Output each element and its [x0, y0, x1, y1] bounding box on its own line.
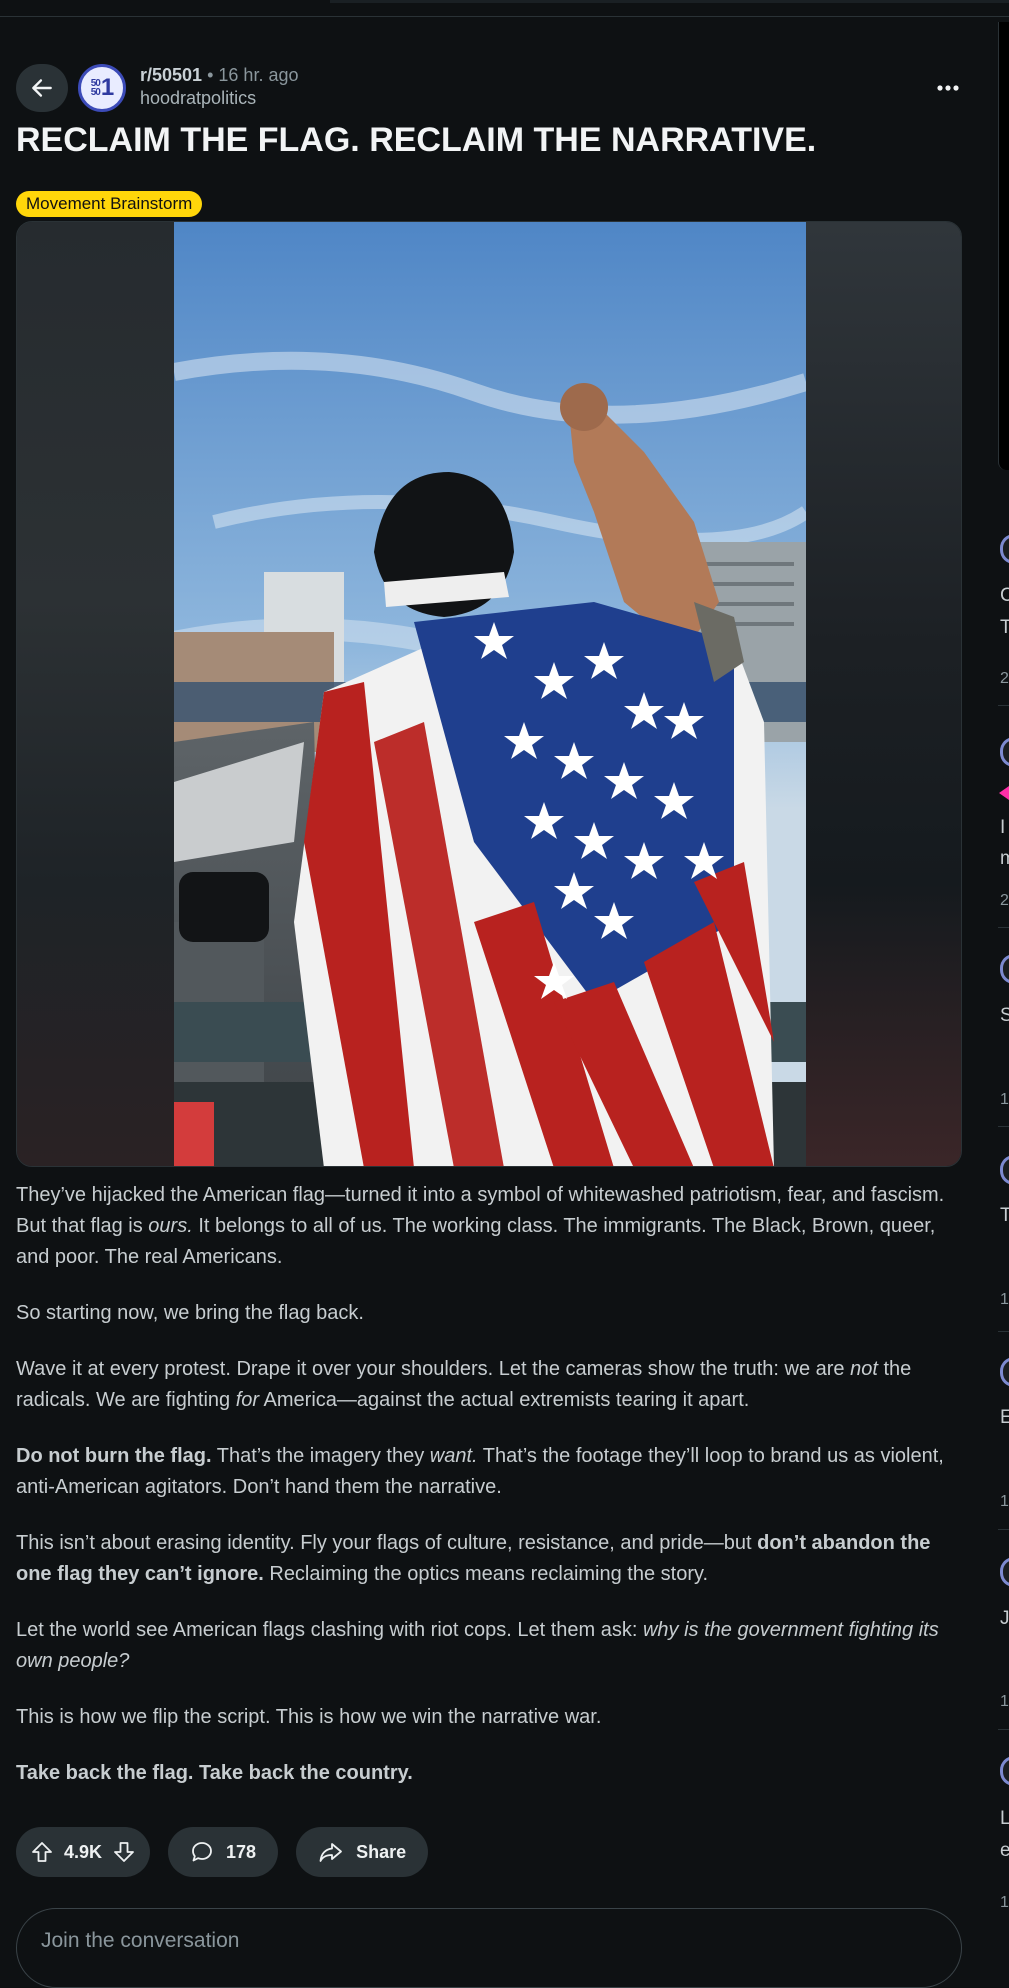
rail-avatar[interactable]	[1000, 1155, 1009, 1185]
avatar-stack: 50 50	[90, 79, 101, 98]
vote-control: 4.9K	[16, 1827, 151, 1877]
comments-button[interactable]: 178	[168, 1827, 279, 1877]
image-blur-right	[803, 222, 961, 1166]
rail-text: T	[1000, 1205, 1009, 1226]
rail-text: 1	[1000, 1291, 1009, 1308]
body-text-italic: ours.	[148, 1215, 193, 1237]
post-title: RECLAIM THE FLAG. RECLAIM THE NARRATIVE.	[16, 121, 817, 159]
more-dots-icon	[937, 85, 959, 91]
rail-divider	[998, 1529, 1009, 1530]
comment-bubble-icon	[192, 1842, 212, 1862]
vote-count: 4.9K	[64, 1841, 103, 1862]
rail-text: m	[1000, 848, 1009, 869]
body-text: So starting now, we bring the flag back.	[16, 1302, 364, 1324]
subreddit-avatar[interactable]: 50 50 1	[78, 64, 126, 112]
rail-avatar[interactable]	[1000, 737, 1009, 767]
join-conversation-input[interactable]: Join the conversation	[16, 1908, 962, 1988]
rail-divider	[998, 705, 1009, 706]
share-arrow-icon	[319, 1843, 342, 1862]
rail-divider	[998, 1729, 1009, 1730]
upvote-button[interactable]	[30, 1840, 54, 1864]
body-text-bold: Do not burn the flag.	[16, 1445, 212, 1467]
rail-text: C	[1000, 585, 1009, 606]
body-text: Reclaiming the optics means reclaiming t…	[263, 1563, 709, 1585]
body-text-italic: not	[850, 1358, 878, 1380]
body-text: Wave it at every protest. Drape it over …	[16, 1358, 851, 1380]
avatar-text-big: 1	[100, 74, 114, 101]
share-label: Share	[356, 1841, 407, 1862]
top-bar	[0, 0, 1009, 17]
rail-text: L	[1000, 1808, 1009, 1829]
rail-avatar[interactable]	[1000, 534, 1009, 564]
protester-flag-photo	[174, 222, 806, 1166]
body-text: This is how we flip the script. This is …	[16, 1706, 602, 1728]
body-text: This isn’t about erasing identity. Fly y…	[16, 1532, 758, 1554]
rail-card	[998, 22, 1009, 470]
paragraph: This is how we flip the script. This is …	[16, 1702, 966, 1733]
body-text-italic: for	[235, 1389, 260, 1411]
upvote-arrow-icon	[32, 1842, 52, 1862]
downvote-button[interactable]	[112, 1840, 136, 1864]
rail-text: E	[1000, 1407, 1009, 1428]
body-text: America—against the actual extremists te…	[259, 1389, 750, 1411]
rail-avatar[interactable]	[1000, 1557, 1009, 1587]
rail-text: 2	[1000, 892, 1009, 909]
rail-divider	[998, 1331, 1009, 1332]
post-meta: r/50501 • 16 hr. ago hoodratpolitics	[140, 64, 298, 110]
rail-text: 1	[1000, 1091, 1009, 1108]
body-text-bold: Take back the flag. Take back the countr…	[16, 1762, 413, 1784]
post-time: 16 hr. ago	[218, 65, 299, 85]
paragraph: This isn’t about erasing identity. Fly y…	[16, 1528, 966, 1590]
subreddit-link[interactable]: r/50501	[140, 65, 202, 85]
author-link[interactable]: hoodratpolitics	[140, 86, 298, 110]
rail-text: 2	[1000, 670, 1009, 687]
side-rail: C T 2 I m 2 S 1 T 1 E 1 J 1 L e 1	[998, 0, 1009, 1949]
downvote-arrow-icon	[114, 1842, 134, 1862]
rail-text: S	[1000, 1005, 1009, 1026]
post-actions: 4.9K 178 Share	[16, 1827, 429, 1877]
paragraph: Let the world see American flags clashin…	[16, 1615, 966, 1677]
rail-divider	[998, 927, 1009, 928]
back-button[interactable]	[16, 64, 68, 112]
back-arrow-icon	[32, 79, 52, 97]
body-text: Let the world see American flags clashin…	[16, 1619, 643, 1641]
image-blur-left	[17, 222, 175, 1166]
paragraph: Wave it at every protest. Drape it over …	[16, 1354, 966, 1416]
rail-text: 1	[1000, 1493, 1009, 1510]
rail-avatar[interactable]	[1000, 1756, 1009, 1786]
rail-text: 1	[1000, 1894, 1009, 1911]
rail-text: I	[1000, 817, 1006, 838]
paragraph: They’ve hijacked the American flag—turne…	[16, 1180, 966, 1273]
rail-avatar[interactable]	[1000, 1357, 1009, 1387]
rail-avatar[interactable]	[1000, 954, 1009, 984]
meta-separator: •	[207, 65, 214, 85]
more-options-button[interactable]	[930, 76, 966, 100]
rail-text: 1	[1000, 1693, 1009, 1710]
top-tab-hint	[330, 0, 1009, 3]
post-body: They’ve hijacked the American flag—turne…	[16, 1180, 966, 1814]
post-image[interactable]	[16, 221, 962, 1167]
paragraph: Take back the flag. Take back the countr…	[16, 1758, 966, 1789]
rail-text: T	[1000, 617, 1009, 638]
paragraph: So starting now, we bring the flag back.	[16, 1298, 966, 1329]
comment-count: 178	[226, 1841, 257, 1862]
share-button[interactable]: Share	[296, 1827, 429, 1877]
rail-text: e	[1000, 1840, 1009, 1861]
rail-text: J	[1000, 1608, 1009, 1629]
avatar-text-bottom: 50	[90, 87, 101, 98]
body-text-italic: want.	[429, 1445, 478, 1467]
body-text: That’s the imagery they	[211, 1445, 430, 1467]
rail-pink-marker	[999, 786, 1009, 800]
post-flair[interactable]: Movement Brainstorm	[16, 191, 203, 217]
rail-divider	[998, 1126, 1009, 1127]
paragraph: Do not burn the flag. That’s the imagery…	[16, 1441, 966, 1503]
